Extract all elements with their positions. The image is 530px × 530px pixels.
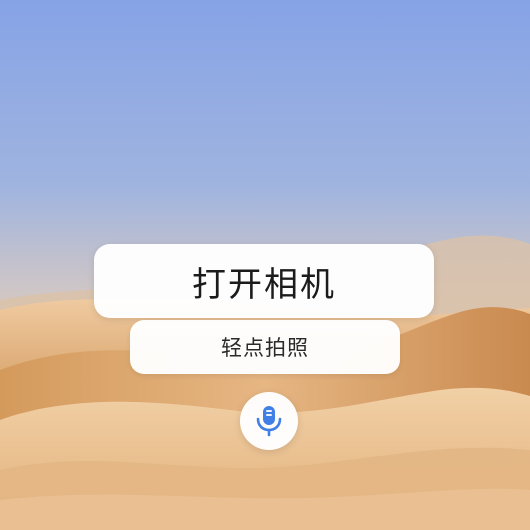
microphone-button[interactable] — [240, 392, 298, 450]
voice-command-text: 打开相机 — [192, 264, 336, 305]
voice-command-card: 打开相机 — [94, 244, 434, 318]
microphone-icon — [256, 406, 282, 437]
voice-hint-card: 轻点拍照 — [130, 320, 400, 374]
voice-hint-text: 轻点拍照 — [221, 336, 309, 360]
